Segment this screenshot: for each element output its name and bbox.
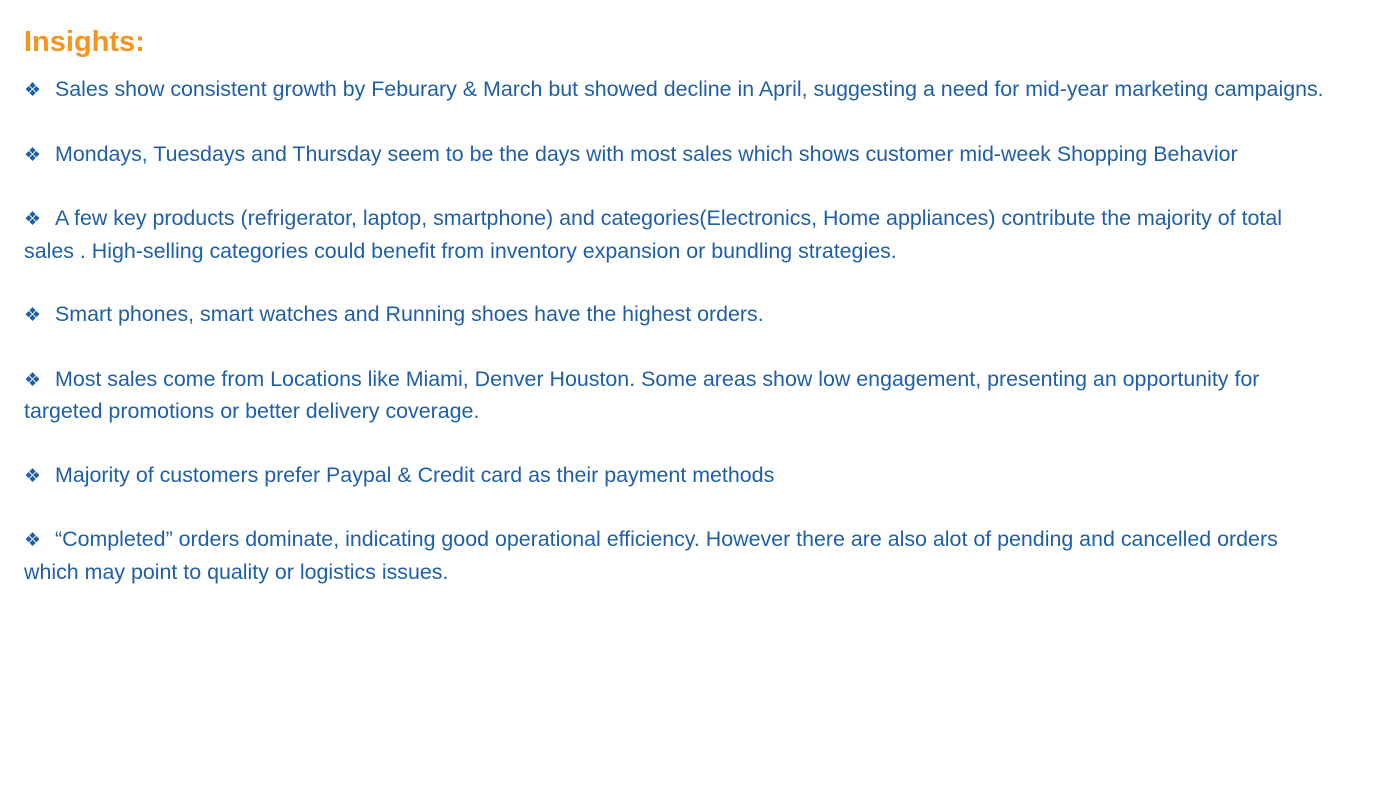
insights-slide: Insights: ❖ Sales show consistent growth … — [0, 0, 1398, 789]
diamond-bullet-icon: ❖ — [24, 208, 42, 230]
diamond-bullet-icon: ❖ — [24, 529, 42, 551]
list-item: ❖ “Completed” orders dominate, indicating… — [24, 524, 1324, 588]
insights-list: ❖ Sales show consistent growth by Feburar… — [24, 74, 1324, 588]
list-item: ❖ Sales show consistent growth by Feburar… — [24, 74, 1324, 107]
list-item: ❖ A few key products (refrigerator, lapto… — [24, 203, 1324, 267]
insight-text: Most sales come from Locations like Miam… — [24, 366, 1260, 424]
diamond-bullet-icon: ❖ — [24, 79, 42, 101]
list-item: ❖ Smart phones, smart watches and Running… — [24, 299, 1324, 332]
list-item: ❖ Majority of customers prefer Paypal & C… — [24, 460, 1324, 493]
insight-text: “Completed” orders dominate, indicating … — [24, 527, 1278, 584]
insight-text: A few key products (refrigerator, laptop… — [24, 206, 1282, 263]
list-item: ❖ Mondays, Tuesdays and Thursday seem to … — [24, 139, 1324, 172]
insight-text: Sales show consistent growth by Feburary… — [55, 77, 1324, 101]
diamond-bullet-icon: ❖ — [24, 368, 42, 391]
insight-text: Majority of customers prefer Paypal & Cr… — [55, 462, 775, 487]
diamond-bullet-icon: ❖ — [24, 464, 42, 487]
list-item: ❖ Most sales come from Locations like Mia… — [24, 364, 1324, 428]
insight-text: Smart phones, smart watches and Running … — [55, 302, 764, 326]
insight-text: Mondays, Tuesdays and Thursday seem to b… — [55, 141, 1238, 166]
page-title: Insights: — [24, 26, 145, 58]
diamond-bullet-icon: ❖ — [24, 143, 42, 166]
diamond-bullet-icon: ❖ — [24, 304, 42, 326]
